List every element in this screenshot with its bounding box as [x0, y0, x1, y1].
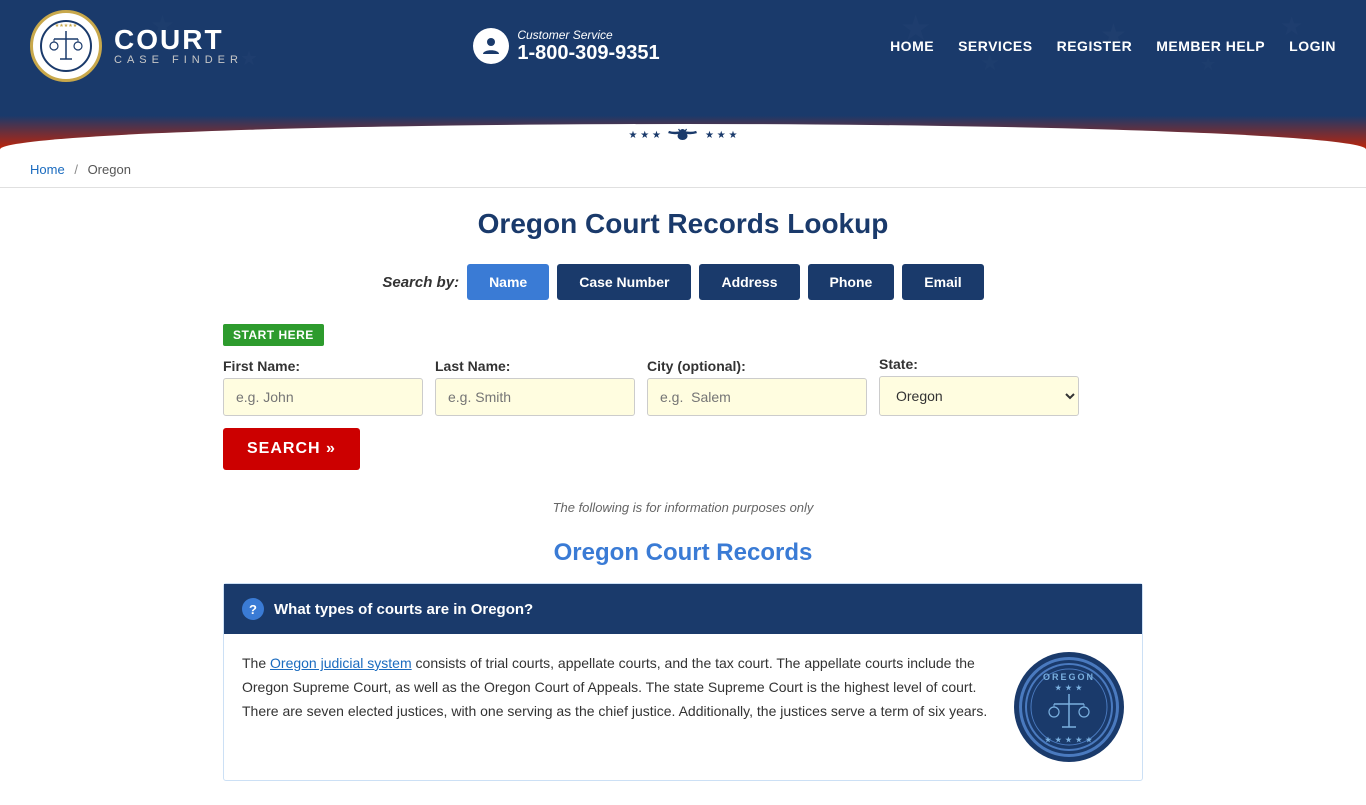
breadcrumb: Home / Oregon: [0, 152, 1366, 188]
tab-address[interactable]: Address: [699, 264, 799, 300]
first-name-label: First Name:: [223, 358, 423, 374]
logo-area: ★★★★★ COURT CASE FINDER: [30, 10, 243, 82]
breadcrumb-separator: /: [74, 162, 78, 177]
state-group: State: Oregon Alabama Alaska Arizona Cal…: [879, 356, 1079, 416]
banner-stars-right: ★ ★ ★: [705, 130, 737, 141]
logo-case-finder: CASE FINDER: [114, 54, 243, 66]
svg-text:★: ★: [1280, 11, 1303, 41]
nav-home[interactable]: HOME: [890, 38, 934, 54]
eagle-icon: [667, 124, 699, 146]
tab-name[interactable]: Name: [467, 264, 549, 300]
main-content: Oregon Court Records Lookup Search by: N…: [203, 188, 1163, 805]
search-by-row: Search by: Name Case Number Address Phon…: [223, 264, 1143, 300]
faq-answer-text: The Oregon judicial system consists of t…: [242, 652, 994, 723]
breadcrumb-home[interactable]: Home: [30, 162, 65, 177]
oregon-seal: OREGON ★ ★ ★ ★ ★ ★ ★ ★: [1014, 652, 1124, 762]
oregon-seal-svg: OREGON ★ ★ ★ ★ ★ ★ ★ ★: [1024, 662, 1114, 752]
oregon-seal-inner: OREGON ★ ★ ★ ★ ★ ★ ★ ★: [1019, 657, 1119, 757]
faq-item-courts: ? What types of courts are in Oregon? Th…: [223, 583, 1143, 781]
faq-question-icon: ?: [242, 598, 264, 620]
main-nav: HOME SERVICES REGISTER MEMBER HELP LOGIN: [890, 38, 1336, 54]
info-note: The following is for information purpose…: [223, 500, 1143, 515]
nav-services[interactable]: SERVICES: [958, 38, 1033, 54]
city-label: City (optional):: [647, 358, 867, 374]
search-by-label: Search by:: [382, 274, 459, 291]
svg-text:★★★★★: ★★★★★: [55, 23, 78, 29]
oregon-judicial-link[interactable]: Oregon judicial system: [270, 655, 412, 671]
first-name-group: First Name:: [223, 358, 423, 416]
logo-court: COURT: [114, 26, 243, 54]
patriotic-banner: ★ ★ ★ ★ ★ ★: [0, 100, 1366, 152]
svg-text:★: ★: [1200, 54, 1216, 74]
cs-text-block: Customer Service 1-800-309-9351: [517, 28, 659, 65]
logo-text: COURT CASE FINDER: [114, 26, 243, 66]
last-name-group: Last Name:: [435, 358, 635, 416]
site-header: ★ ★ ★ ★ ★ ★ ★ ★ ★★★★★: [0, 0, 1366, 92]
tab-email[interactable]: Email: [902, 264, 983, 300]
svg-text:★ ★ ★: ★ ★ ★: [1055, 684, 1083, 692]
banner-stars-left: ★ ★ ★: [629, 130, 661, 141]
phone-icon: [473, 28, 509, 64]
faq-header-courts[interactable]: ? What types of courts are in Oregon?: [224, 584, 1142, 634]
records-title: Oregon Court Records: [223, 539, 1143, 567]
city-group: City (optional):: [647, 358, 867, 416]
city-input[interactable]: [647, 378, 867, 416]
cs-phone: 1-800-309-9351: [517, 42, 659, 65]
nav-member-help[interactable]: MEMBER HELP: [1156, 38, 1265, 54]
state-select[interactable]: Oregon Alabama Alaska Arizona California…: [879, 376, 1079, 416]
svg-text:★ ★ ★ ★ ★: ★ ★ ★ ★ ★: [1045, 736, 1093, 744]
faq-header-text: What types of courts are in Oregon?: [274, 601, 533, 618]
tab-phone[interactable]: Phone: [808, 264, 895, 300]
nav-login[interactable]: LOGIN: [1289, 38, 1336, 54]
logo-circle: ★★★★★: [30, 10, 102, 82]
search-form-area: START HERE First Name: Last Name: City (…: [223, 316, 1143, 486]
page-title: Oregon Court Records Lookup: [223, 208, 1143, 240]
customer-service: Customer Service 1-800-309-9351: [473, 28, 659, 65]
svg-text:OREGON: OREGON: [1043, 672, 1095, 682]
top-red-stripe: [0, 92, 1366, 100]
state-label: State:: [879, 356, 1079, 372]
form-row: First Name: Last Name: City (optional): …: [223, 356, 1143, 470]
banner-eagle-row: ★ ★ ★ ★ ★ ★: [629, 124, 738, 146]
cs-label: Customer Service: [517, 28, 659, 42]
faq-body-courts: The Oregon judicial system consists of t…: [224, 634, 1142, 780]
search-button[interactable]: SEARCH »: [223, 428, 360, 470]
last-name-label: Last Name:: [435, 358, 635, 374]
last-name-input[interactable]: [435, 378, 635, 416]
breadcrumb-current: Oregon: [88, 162, 131, 177]
nav-register[interactable]: REGISTER: [1057, 38, 1133, 54]
start-here-badge: START HERE: [223, 324, 324, 346]
tab-case-number[interactable]: Case Number: [557, 264, 691, 300]
first-name-input[interactable]: [223, 378, 423, 416]
